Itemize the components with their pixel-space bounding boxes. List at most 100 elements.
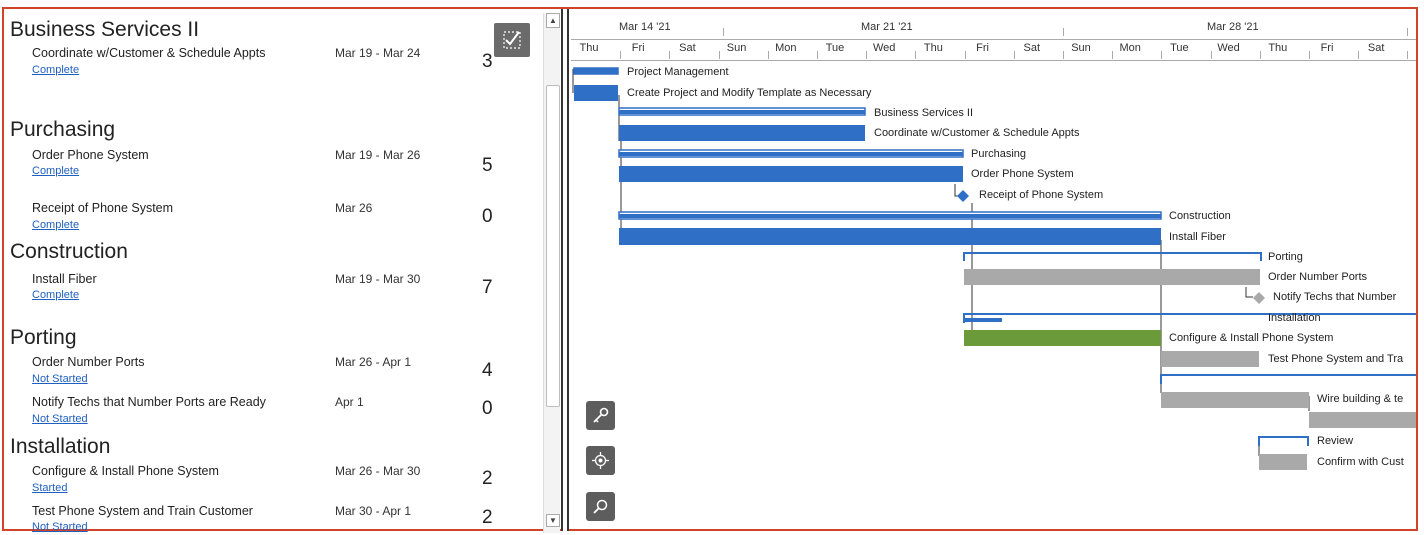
- day-label: Thu: [579, 42, 599, 54]
- task-status-link[interactable]: Started: [32, 482, 67, 494]
- day-label: Fri: [631, 42, 645, 54]
- day-label: Tue: [825, 42, 845, 54]
- day-label: Sun: [726, 42, 747, 54]
- dependency-line: [1245, 287, 1253, 298]
- day-label: Sat: [1367, 42, 1385, 54]
- task-duration: 7: [482, 277, 493, 298]
- task-name[interactable]: Coordinate w/Customer & Schedule Appts: [32, 46, 265, 60]
- section-title-installation: Installation: [10, 435, 111, 458]
- gantt-label: Receipt of Phone System: [979, 189, 1104, 201]
- scroll-thumb[interactable]: [546, 85, 560, 407]
- day-label: Mon: [775, 42, 797, 54]
- section-title-porting: Porting: [10, 326, 77, 349]
- gantt-label: Construction: [1169, 210, 1231, 222]
- task-bar: [619, 228, 1161, 245]
- gantt-label: Installation: [1268, 312, 1321, 324]
- key-button[interactable]: [586, 401, 615, 430]
- task-bar: [1309, 412, 1416, 428]
- summary-bracket: [963, 313, 1416, 323]
- gantt-label: Porting: [1268, 251, 1303, 263]
- section-title-business-services: Business Services II: [10, 18, 200, 41]
- task-dates: Apr 1: [335, 395, 364, 409]
- day-label: Sun: [1071, 42, 1091, 54]
- gantt-label: Create Project and Modify Template as Ne…: [627, 87, 872, 99]
- gantt-label: Order Phone System: [971, 168, 1074, 180]
- task-dates: Mar 19 - Mar 24: [335, 46, 421, 60]
- day-divider: [1407, 51, 1409, 59]
- gantt-label: Review: [1317, 435, 1354, 447]
- task-duration: 2: [482, 468, 493, 489]
- task-dates: Mar 26 - Mar 30: [335, 464, 421, 478]
- mark-complete-button[interactable]: [494, 23, 530, 57]
- task-name[interactable]: Test Phone System and Train Customer: [32, 504, 253, 518]
- gantt-chart: Mar 14 '21 Mar 21 '21 Mar 28 '21 Project…: [571, 11, 1416, 529]
- task-duration: 2: [482, 507, 493, 528]
- task-name[interactable]: Receipt of Phone System: [32, 201, 173, 215]
- gantt-label: Purchasing: [971, 148, 1027, 160]
- day-label: Sat: [679, 42, 696, 54]
- task-name[interactable]: Configure & Install Phone System: [32, 464, 219, 478]
- task-duration: 5: [482, 155, 493, 176]
- scroll-down-icon[interactable]: ▼: [546, 514, 560, 527]
- task-bar: [1259, 454, 1307, 470]
- task-name[interactable]: Order Number Ports: [32, 355, 145, 369]
- checklist-icon: [503, 31, 521, 49]
- summary-bar-progress: [574, 68, 618, 74]
- task-status-link[interactable]: Complete: [32, 165, 79, 177]
- day-label: Fri: [976, 42, 989, 54]
- gantt-label: Confirm with Cust: [1317, 456, 1404, 468]
- task-status-link[interactable]: Not Started: [32, 413, 88, 425]
- zoom-icon: [593, 499, 608, 514]
- task-bar: [1161, 351, 1259, 367]
- scroll-up-icon[interactable]: ▲: [546, 13, 560, 28]
- task-status-link[interactable]: Not Started: [32, 521, 88, 533]
- day-label: Fri: [1320, 42, 1334, 54]
- gantt-label: Install Fiber: [1169, 231, 1226, 243]
- day-label: Thu: [1268, 42, 1288, 54]
- task-status-link[interactable]: Complete: [32, 64, 79, 76]
- task-dates: Mar 26 - Apr 1: [335, 355, 412, 369]
- task-bar: [1161, 392, 1309, 408]
- section-title-purchasing: Purchasing: [10, 118, 116, 141]
- gantt-label: Configure & Install Phone System: [1169, 332, 1334, 344]
- task-name[interactable]: Order Phone System: [32, 148, 149, 162]
- task-list: Business Services II Coordinate w/Custom…: [10, 18, 540, 533]
- task-duration: 0: [482, 206, 493, 227]
- locate-icon: [592, 452, 609, 469]
- task-list-scrollbar[interactable]: ▲ ▼: [543, 13, 560, 533]
- task-name[interactable]: Notify Techs that Number Ports are Ready: [32, 395, 266, 409]
- task-status-link[interactable]: Complete: [32, 219, 79, 231]
- milestone-diamond: [1253, 292, 1265, 304]
- summary-bar-progress: [619, 110, 865, 114]
- summary-bracket: [1258, 436, 1309, 446]
- locate-button[interactable]: [586, 446, 615, 475]
- day-label: Tue: [1170, 42, 1189, 54]
- task-duration: 0: [482, 398, 493, 419]
- pane-splitter[interactable]: [561, 9, 569, 531]
- task-duration: 4: [482, 360, 493, 381]
- task-duration: 3: [482, 51, 493, 72]
- task-status-link[interactable]: Not Started: [32, 373, 88, 385]
- summary-bar-progress: [619, 214, 1161, 218]
- gantt-label: Wire building & te: [1317, 393, 1404, 405]
- task-bar: [619, 166, 963, 182]
- gantt-label: Coordinate w/Customer & Schedule Appts: [874, 127, 1080, 139]
- day-label: Sat: [1023, 42, 1041, 54]
- task-status-link[interactable]: Complete: [32, 289, 79, 301]
- task-bar: [619, 125, 865, 141]
- summary-bar-progress: [619, 152, 963, 156]
- task-dates: Mar 19 - Mar 30: [335, 272, 421, 286]
- day-label: Thu: [923, 42, 943, 54]
- gantt-label: Business Services II: [874, 107, 974, 119]
- task-bar: [574, 85, 618, 101]
- zoom-button[interactable]: [586, 492, 615, 521]
- gantt-label: Notify Techs that Number: [1273, 291, 1397, 303]
- day-label: Wed: [872, 42, 896, 54]
- task-dates: Mar 30 - Apr 1: [335, 504, 412, 518]
- task-dates: Mar 19 - Mar 26: [335, 148, 421, 162]
- day-label: Wed: [1217, 42, 1240, 54]
- summary-bracket: [1160, 374, 1416, 384]
- task-bar: [964, 269, 1260, 285]
- task-dates: Mar 26: [335, 201, 373, 215]
- task-name[interactable]: Install Fiber: [32, 272, 97, 286]
